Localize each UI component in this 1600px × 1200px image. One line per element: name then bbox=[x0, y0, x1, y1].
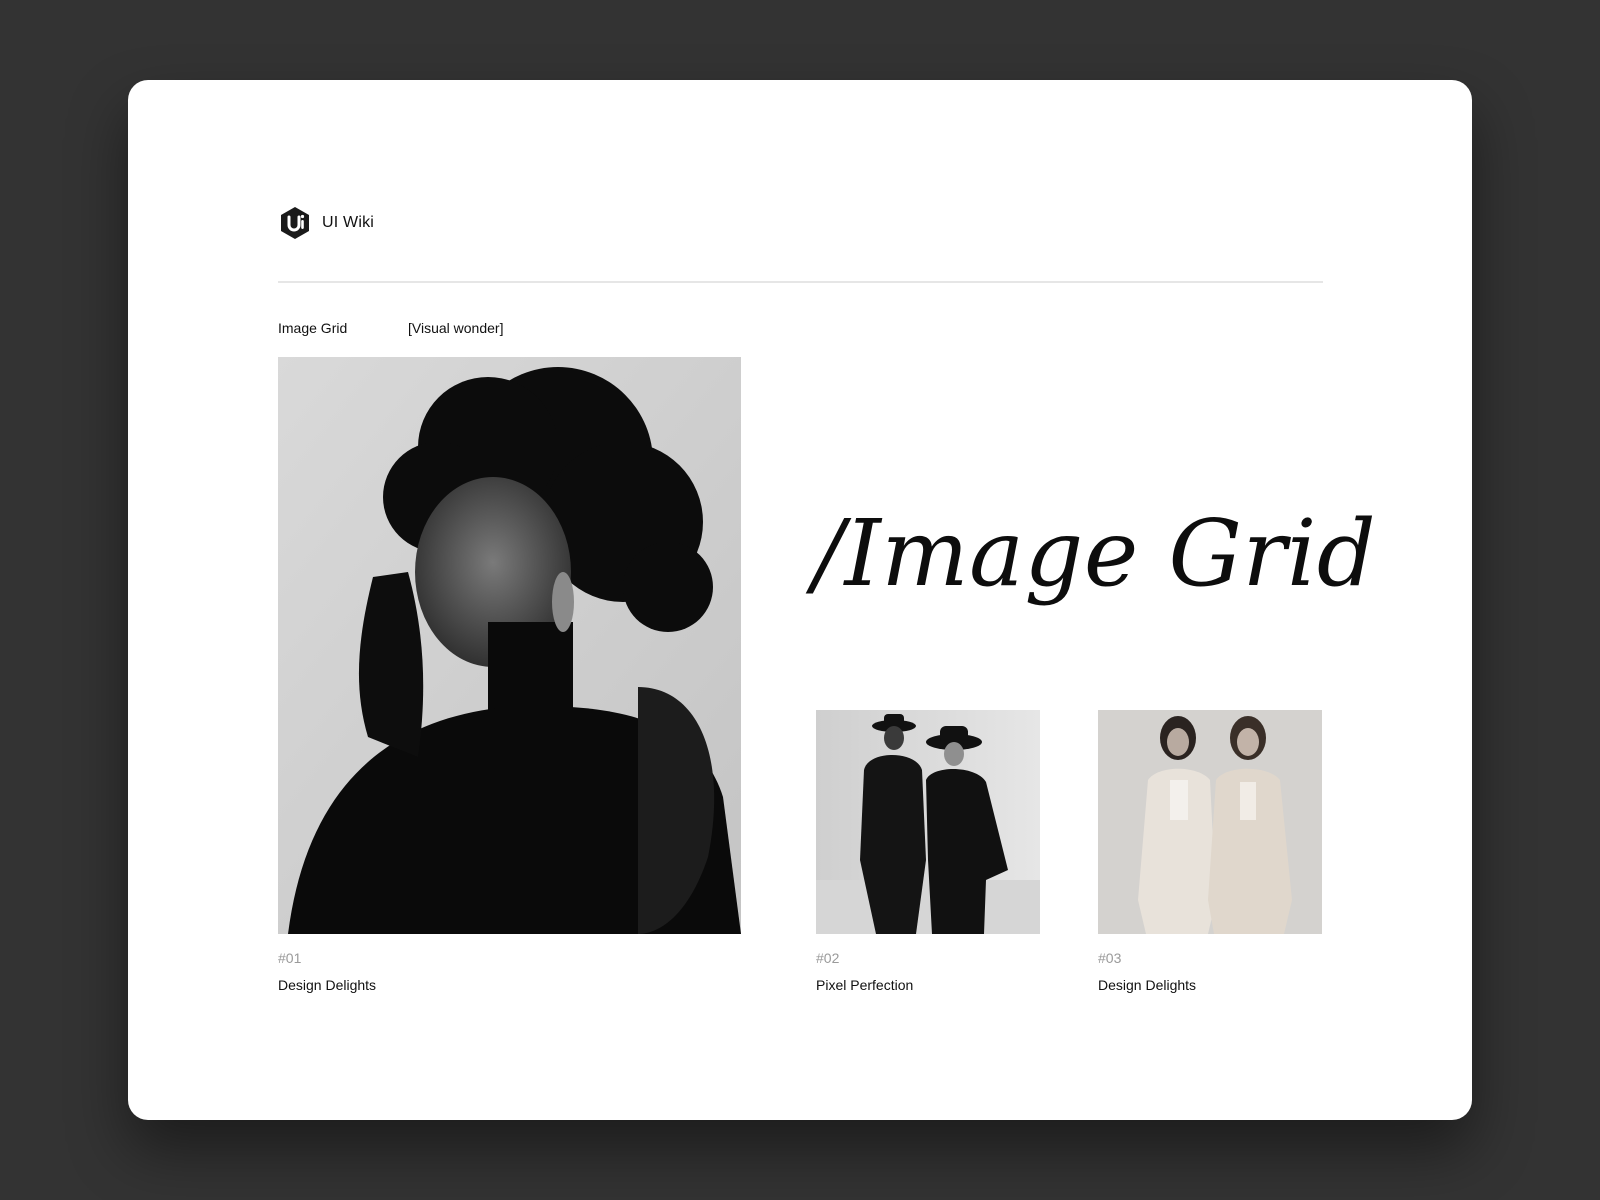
header-divider bbox=[278, 281, 1323, 283]
item-caption[interactable]: Design Delights bbox=[1098, 977, 1196, 993]
item-caption[interactable]: Pixel Perfection bbox=[816, 977, 913, 993]
brand-name[interactable]: UI Wiki bbox=[322, 214, 374, 232]
site-header: UI Wiki bbox=[278, 206, 374, 240]
section-tag: [Visual wonder] bbox=[408, 320, 504, 336]
item-number: #03 bbox=[1098, 950, 1122, 966]
item-caption[interactable]: Design Delights bbox=[278, 977, 376, 993]
item-number: #02 bbox=[816, 950, 840, 966]
item-number: #01 bbox=[278, 950, 302, 966]
portrait-woman-afro-photo[interactable] bbox=[278, 357, 741, 934]
main-card: UI Wiki Image Grid [Visual wonder] /Imag… bbox=[128, 80, 1472, 1120]
two-men-in-hats-photo[interactable] bbox=[816, 710, 1040, 934]
page-headline: /Image Grid bbox=[813, 500, 1377, 607]
ui-hexagon-logo-icon[interactable] bbox=[278, 206, 312, 240]
section-label: Image Grid bbox=[278, 320, 348, 336]
two-women-in-beige-photo[interactable] bbox=[1098, 710, 1322, 934]
